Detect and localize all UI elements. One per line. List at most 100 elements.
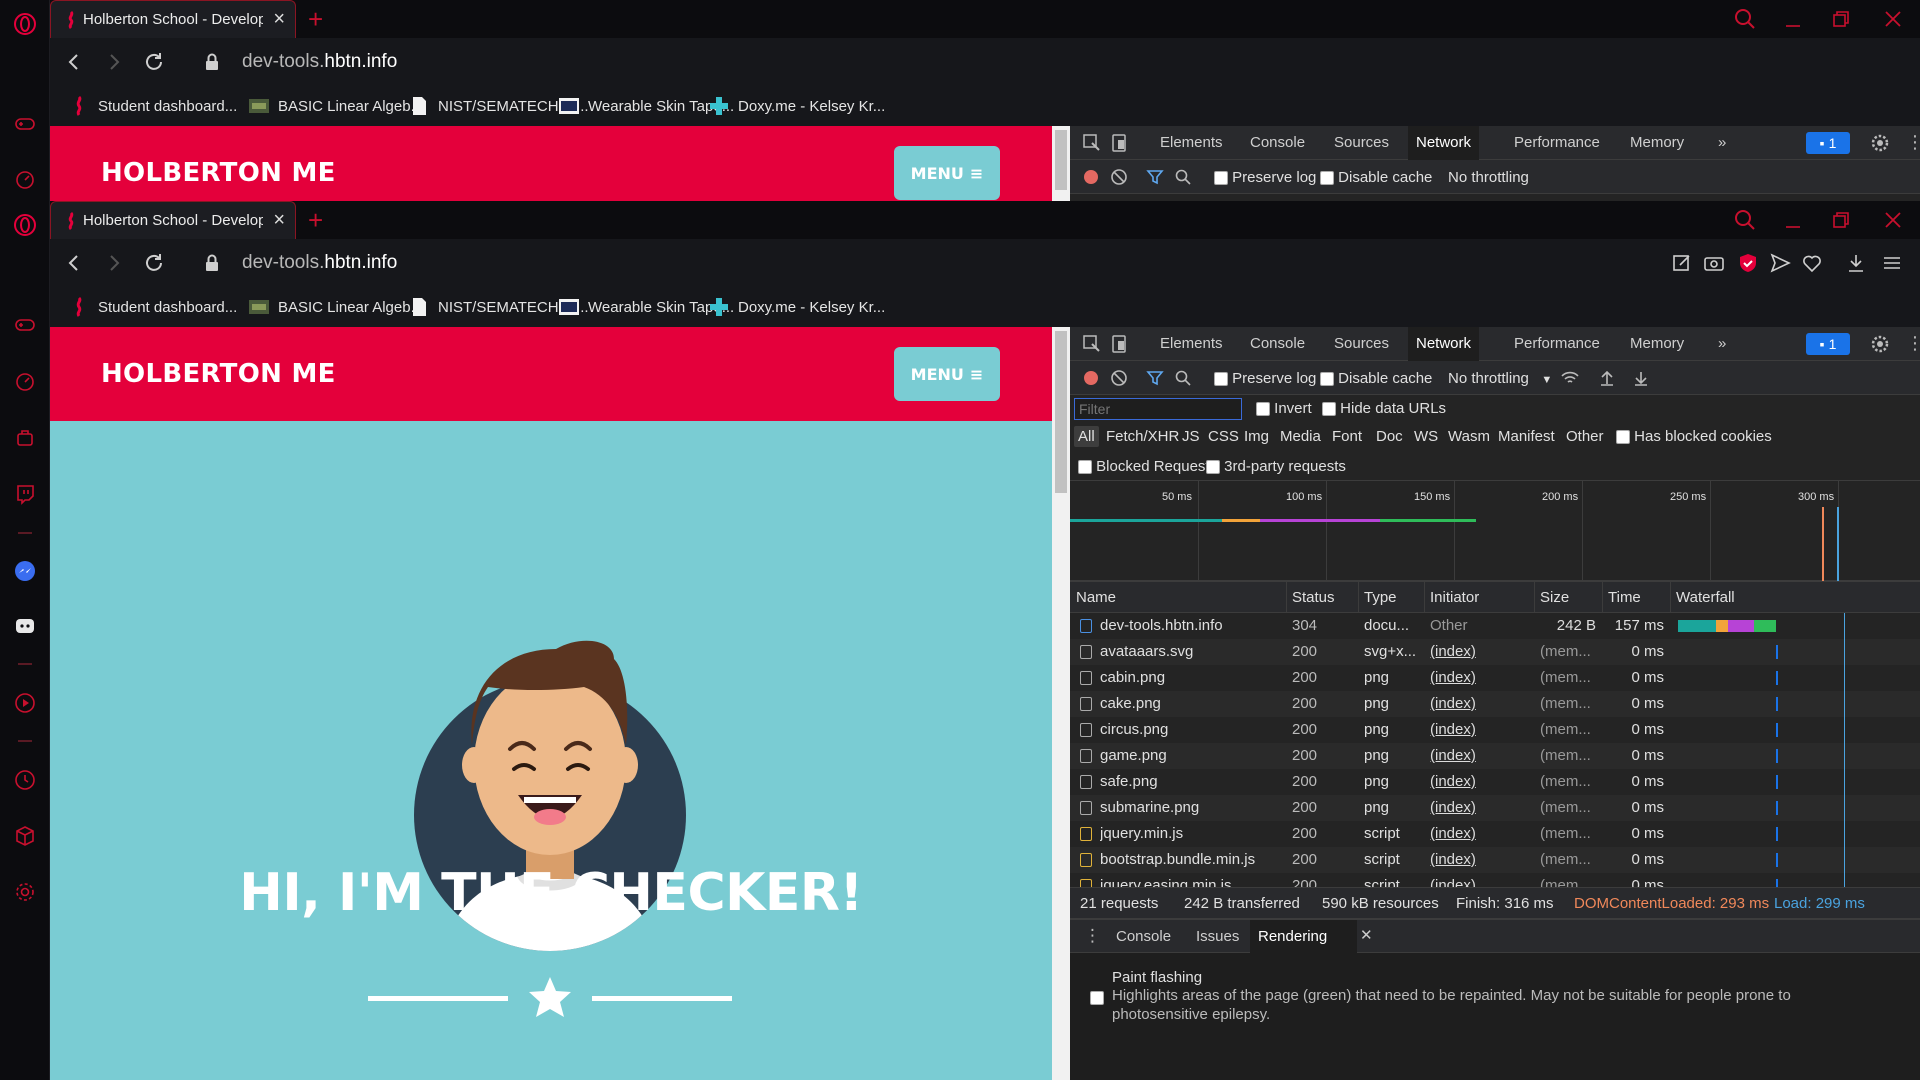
issues-badge[interactable]: ▪ 1 <box>1806 333 1850 355</box>
back-icon[interactable] <box>62 251 86 275</box>
device-toolbar-icon[interactable] <box>1110 133 1130 153</box>
kebab-menu-icon[interactable]: ⋮ <box>1906 132 1920 153</box>
url-text[interactable]: dev-tools.hbtn.info <box>242 252 397 274</box>
lock-icon[interactable] <box>200 251 224 275</box>
drawer-tab-rendering[interactable]: Rendering <box>1250 920 1358 954</box>
gamepad-icon[interactable] <box>13 313 37 337</box>
tab-close-icon[interactable]: × <box>273 210 285 230</box>
search-icon[interactable] <box>1174 369 1192 387</box>
type-filter-doc[interactable]: Doc <box>1376 428 1403 445</box>
table-row[interactable]: safe.png 200 png (index) (mem... 0 ms <box>1070 769 1920 795</box>
type-filter-media[interactable]: Media <box>1280 428 1321 445</box>
drawer-tab-console[interactable]: Console <box>1108 920 1179 954</box>
clear-icon[interactable] <box>1110 369 1128 387</box>
request-initiator[interactable]: (index) <box>1430 643 1476 660</box>
device-toolbar-icon[interactable] <box>1110 334 1130 354</box>
type-filter-fetch-xhr[interactable]: Fetch/XHR <box>1106 428 1179 445</box>
box-icon[interactable] <box>13 824 37 848</box>
drawer-menu-icon[interactable]: ⋮ <box>1084 926 1101 946</box>
record-icon[interactable] <box>1082 168 1100 186</box>
request-initiator[interactable]: (index) <box>1430 747 1476 764</box>
request-name[interactable]: bootstrap.bundle.min.js <box>1100 851 1280 868</box>
table-row[interactable]: avataaars.svg 200 svg+x... (index) (mem... 0 … <box>1070 639 1920 665</box>
type-filter-all[interactable]: All <box>1074 426 1099 447</box>
heart-icon[interactable] <box>1800 251 1824 275</box>
request-initiator[interactable]: (index) <box>1430 877 1476 887</box>
minimize-icon[interactable] <box>1780 207 1806 233</box>
request-name[interactable]: safe.png <box>1100 773 1280 790</box>
col-type[interactable]: Type <box>1364 589 1397 606</box>
devtools-tab-performance[interactable]: Performance <box>1506 126 1608 160</box>
devtools-tab-network[interactable]: Network <box>1408 327 1480 361</box>
request-initiator[interactable]: (index) <box>1430 851 1476 868</box>
browser-tab[interactable]: Holberton School - Developer × <box>50 0 296 38</box>
third-party-requests-checkbox[interactable]: 3rd-party requests <box>1206 458 1346 475</box>
request-name[interactable]: submarine.png <box>1100 799 1280 816</box>
bookmark-item[interactable]: Doxy.me - Kelsey Kr... <box>708 295 885 319</box>
request-name[interactable]: game.png <box>1100 747 1280 764</box>
col-name[interactable]: Name <box>1076 589 1116 606</box>
clear-icon[interactable] <box>1110 168 1128 186</box>
request-name[interactable]: jquery.min.js <box>1100 825 1280 842</box>
request-name[interactable]: avataaars.svg <box>1100 643 1280 660</box>
has-blocked-cookies-checkbox[interactable]: Has blocked cookies <box>1616 428 1772 445</box>
request-name[interactable]: dev-tools.hbtn.info <box>1100 617 1280 634</box>
col-time[interactable]: Time <box>1608 589 1641 606</box>
gamepad-icon[interactable] <box>13 112 37 136</box>
new-tab-button[interactable]: + <box>308 205 323 236</box>
forward-icon[interactable] <box>102 50 126 74</box>
player-icon[interactable] <box>13 691 37 715</box>
bookmark-item[interactable]: Doxy.me - Kelsey Kr... <box>708 94 885 118</box>
restore-icon[interactable] <box>1828 207 1854 233</box>
opera-logo-icon[interactable] <box>13 213 37 237</box>
opera-logo-icon[interactable] <box>13 12 37 36</box>
type-filter-other[interactable]: Other <box>1566 428 1604 445</box>
throttling-select[interactable]: No throttling <box>1448 169 1529 186</box>
snapshot-edit-icon[interactable] <box>1670 251 1694 275</box>
request-initiator[interactable]: (index) <box>1430 825 1476 842</box>
page-scrollbar[interactable] <box>1052 327 1070 1080</box>
vpn-shield-icon[interactable] <box>1736 251 1760 275</box>
table-row[interactable]: cabin.png 200 png (index) (mem... 0 ms <box>1070 665 1920 691</box>
devtools-tab-elements[interactable]: Elements <box>1152 327 1231 361</box>
menu-button[interactable]: MENU ≡ <box>894 146 1000 200</box>
table-row[interactable]: cake.png 200 png (index) (mem... 0 ms <box>1070 691 1920 717</box>
back-icon[interactable] <box>62 50 86 74</box>
reload-icon[interactable] <box>142 251 166 275</box>
request-name[interactable]: cake.png <box>1100 695 1280 712</box>
search-icon[interactable] <box>1174 168 1192 186</box>
extensions-icon[interactable] <box>13 426 37 450</box>
history-icon[interactable] <box>13 768 37 792</box>
table-row[interactable]: dev-tools.hbtn.info 304 docu... Other 242 B 1… <box>1070 613 1920 639</box>
speed-dial-icon[interactable] <box>13 370 37 394</box>
send-icon[interactable] <box>1768 251 1792 275</box>
devtools-tab-sources[interactable]: Sources <box>1326 327 1397 361</box>
bookmark-item[interactable]: BASIC Linear Algeb... <box>248 295 423 319</box>
request-name[interactable]: cabin.png <box>1100 669 1280 686</box>
type-filter-js[interactable]: JS <box>1182 428 1200 445</box>
table-row[interactable]: jquery.min.js 200 script (index) (mem... 0 ms <box>1070 821 1920 847</box>
paint-flashing-checkbox[interactable] <box>1090 989 1104 1006</box>
request-name[interactable]: circus.png <box>1100 721 1280 738</box>
col-waterfall[interactable]: Waterfall <box>1676 589 1735 606</box>
col-size[interactable]: Size <box>1540 589 1569 606</box>
export-har-icon[interactable] <box>1632 369 1650 387</box>
page-scrollbar[interactable] <box>1052 126 1070 201</box>
inspect-element-icon[interactable] <box>1082 133 1102 153</box>
speed-dial-icon[interactable] <box>13 168 37 192</box>
bookmark-item[interactable]: Student dashboard... <box>68 295 237 319</box>
type-filter-css[interactable]: CSS <box>1208 428 1239 445</box>
filter-icon[interactable] <box>1146 369 1164 387</box>
network-overview[interactable]: 50 ms 100 ms 150 ms 200 ms 250 ms 300 ms <box>1070 481 1920 581</box>
devtools-tab-elements[interactable]: Elements <box>1152 126 1231 160</box>
preserve-log-checkbox[interactable]: Preserve log <box>1214 169 1316 186</box>
network-conditions-icon[interactable] <box>1560 369 1580 387</box>
settings-gear-icon[interactable] <box>1870 334 1890 354</box>
request-initiator[interactable]: (index) <box>1430 695 1476 712</box>
devtools-tab-sources[interactable]: Sources <box>1326 126 1397 160</box>
disable-cache-checkbox[interactable]: Disable cache <box>1320 169 1432 186</box>
request-name[interactable]: jquery.easing.min.js <box>1100 877 1280 887</box>
throttling-select[interactable]: No throttling ▼ <box>1448 370 1552 387</box>
type-filter-ws[interactable]: WS <box>1414 428 1438 445</box>
devtools-tab-network[interactable]: Network <box>1408 126 1480 160</box>
